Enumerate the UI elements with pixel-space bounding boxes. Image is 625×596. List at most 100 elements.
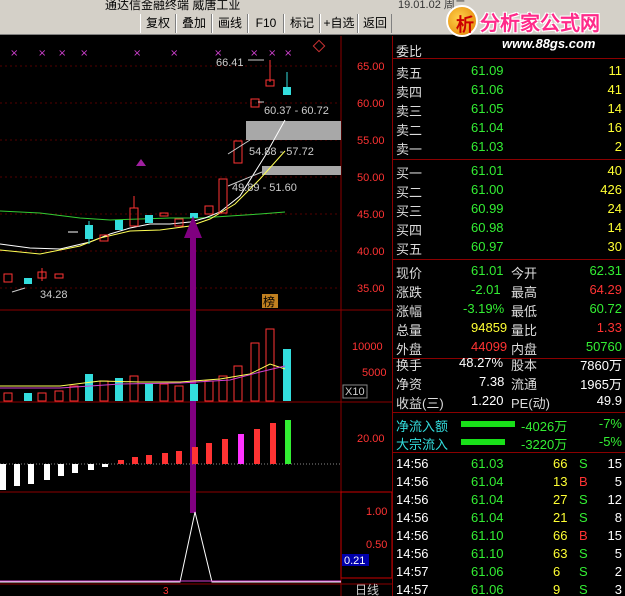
tick-count: 15 [607, 456, 622, 471]
tick-price: 61.10 [471, 528, 504, 543]
tick-side: S [579, 546, 588, 561]
period-label[interactable]: 日线 [355, 583, 379, 596]
level-label: 买五 [396, 242, 423, 257]
stat-label: 涨跌 [396, 285, 423, 300]
tick-time: 14:56 [396, 546, 429, 561]
volume-unit: X10 [345, 386, 365, 398]
tick-volume: 21 [553, 510, 568, 525]
tick-time: 14:57 [396, 582, 429, 596]
tick-price: 61.06 [471, 582, 504, 596]
sell3-row[interactable]: 卖三 61.05 14 [393, 100, 625, 119]
marker-x: × [268, 48, 276, 59]
volume-axis-label: 10000 [352, 341, 383, 353]
level-volume: 41 [607, 82, 622, 97]
level-volume: 40 [607, 163, 622, 178]
stat-label: PE(动) [511, 396, 551, 411]
stat-value: 1.220 [471, 393, 504, 408]
level-volume: 30 [607, 239, 622, 254]
stat-value: -3.19% [463, 301, 505, 316]
stat-value: 48.27% [459, 355, 504, 370]
stat-value: 62.31 [589, 263, 622, 278]
stat-value: -2.01 [471, 282, 501, 297]
buy5-row[interactable]: 买五 60.97 30 [393, 238, 625, 257]
tick-row: 14:56 61.04 21 S 8 [393, 509, 625, 528]
stat-value: 60.72 [589, 301, 622, 316]
level-label: 卖二 [396, 123, 423, 138]
tick-side: S [579, 510, 588, 525]
tick-time: 14:56 [396, 456, 429, 471]
stat-label: 现价 [396, 266, 423, 281]
stat-value: 1.33 [596, 320, 622, 335]
tick-side: B [579, 528, 588, 543]
price-axis-label: 45.00 [357, 209, 385, 221]
back-button[interactable]: 返回 [358, 14, 392, 33]
flow-pct: -5% [598, 434, 622, 449]
mark-button[interactable]: 标记 [284, 14, 320, 33]
stat-value: 49.9 [596, 393, 622, 408]
tick-volume: 63 [553, 546, 568, 561]
tick-count: 2 [614, 564, 622, 579]
candles [3, 60, 291, 284]
tick-side: S [579, 456, 588, 471]
stat-row: 收益(三) 1.220 PE(动) 49.9 [393, 392, 625, 411]
stat-label: 最低 [511, 304, 538, 319]
level-label: 卖一 [396, 142, 423, 157]
marker-x: × [170, 48, 178, 59]
buy4-row[interactable]: 买四 60.98 14 [393, 219, 625, 238]
buy3-row[interactable]: 买三 60.99 24 [393, 200, 625, 219]
kline-chart-svg[interactable]: × × × × × × × × × × 66.41 60.37 - 60.72 … [0, 36, 392, 596]
stat-label: 最高 [511, 285, 538, 300]
marker-x: × [284, 48, 292, 59]
kline-chart-area[interactable]: × × × × × × × × × × 66.41 60.37 - 60.72 … [0, 36, 392, 596]
tick-count: 5 [614, 546, 622, 561]
stat-value: 7.38 [479, 374, 505, 389]
range-box-2 [262, 166, 341, 175]
tick-price: 61.06 [471, 564, 504, 579]
sell5-row[interactable]: 卖五 61.09 11 [393, 62, 625, 81]
adjust-button[interactable]: 复权 [140, 14, 176, 33]
signal-arrow-shaft [190, 233, 196, 513]
buy2-row[interactable]: 买二 61.00 426 [393, 181, 625, 200]
sell1-row[interactable]: 卖一 61.03 2 [393, 138, 625, 157]
signal-axis-label: 1.00 [366, 506, 387, 518]
stat-label: 总量 [396, 323, 423, 338]
level-label: 买四 [396, 223, 423, 238]
level-price: 61.04 [471, 120, 504, 135]
price-axis-label: 50.00 [357, 172, 385, 184]
marker-x: × [38, 48, 46, 59]
draw-line-button[interactable]: 画线 [212, 14, 248, 33]
range-annotation-2: 54.88 - 57.72 [249, 146, 314, 158]
logo-url: www.88gs.com [502, 36, 596, 51]
block-inflow-row: 大宗流入 -3220万 -5% [393, 433, 625, 452]
stat-label: 换手 [396, 358, 423, 373]
buy1-row[interactable]: 买一 61.01 40 [393, 162, 625, 181]
flow-pct: -7% [598, 416, 622, 431]
level-volume: 2 [614, 139, 622, 154]
level-price: 61.03 [471, 139, 504, 154]
level-volume: 14 [607, 101, 622, 116]
tick-row: 14:56 61.04 13 B 5 [393, 473, 625, 492]
tick-row: 14:57 61.06 9 S 3 [393, 581, 625, 596]
f10-button[interactable]: F10 [248, 14, 284, 33]
sell2-row[interactable]: 卖二 61.04 16 [393, 119, 625, 138]
stat-row: 换手 48.27% 股本 7860万 [393, 354, 625, 373]
stat-value: 64.29 [589, 282, 622, 297]
logo-emblem-icon: 析 [446, 5, 478, 37]
add-favorite-button[interactable]: +自选 [320, 14, 358, 33]
tick-time: 14:56 [396, 474, 429, 489]
tick-time: 14:57 [396, 564, 429, 579]
tick-time: 14:56 [396, 492, 429, 507]
stat-label: 今开 [511, 266, 538, 281]
level-price: 60.97 [471, 239, 504, 254]
level-volume: 426 [600, 182, 622, 197]
tick-side: S [579, 564, 588, 579]
overlay-button[interactable]: 叠加 [176, 14, 212, 33]
bottom-marker: 3 [163, 586, 169, 596]
sell4-row[interactable]: 卖四 61.06 41 [393, 81, 625, 100]
flow-bar [461, 421, 515, 427]
tick-price: 61.03 [471, 456, 504, 471]
tick-count: 12 [607, 492, 622, 507]
tick-row: 14:57 61.06 6 S 2 [393, 563, 625, 582]
marker-x: × [58, 48, 66, 59]
volume-axis-label: 5000 [362, 367, 386, 379]
